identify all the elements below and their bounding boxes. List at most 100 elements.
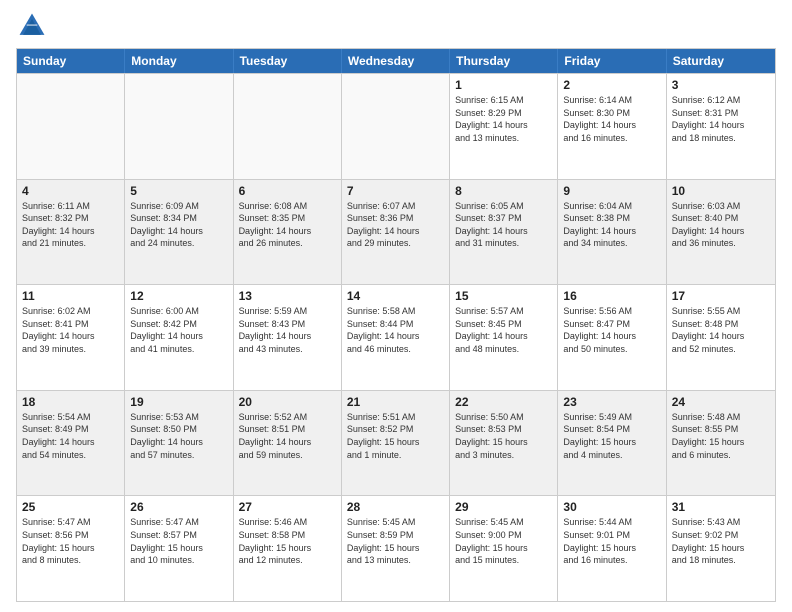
day-info: Sunrise: 5:57 AM Sunset: 8:45 PM Dayligh… (455, 305, 552, 355)
day-number: 29 (455, 500, 552, 514)
day-number: 8 (455, 184, 552, 198)
header (16, 10, 776, 42)
day-number: 11 (22, 289, 119, 303)
day-info: Sunrise: 5:46 AM Sunset: 8:58 PM Dayligh… (239, 516, 336, 566)
day-info: Sunrise: 5:49 AM Sunset: 8:54 PM Dayligh… (563, 411, 660, 461)
calendar-row-2: 4 Sunrise: 6:11 AM Sunset: 8:32 PM Daylig… (17, 179, 775, 285)
day-number: 16 (563, 289, 660, 303)
day-number: 19 (130, 395, 227, 409)
calendar-cell: 11 Sunrise: 6:02 AM Sunset: 8:41 PM Dayli… (17, 285, 125, 390)
calendar-cell: 15Sunrise: 5:57 AM Sunset: 8:45 PM Dayli… (450, 285, 558, 390)
header-day-saturday: Saturday (667, 49, 775, 73)
calendar-cell: 26Sunrise: 5:47 AM Sunset: 8:57 PM Dayli… (125, 496, 233, 601)
day-info: Sunrise: 6:11 AM Sunset: 8:32 PM Dayligh… (22, 200, 119, 250)
day-info: Sunrise: 5:54 AM Sunset: 8:49 PM Dayligh… (22, 411, 119, 461)
calendar-cell: 18 Sunrise: 5:54 AM Sunset: 8:49 PM Dayli… (17, 391, 125, 496)
calendar-row-4: 18 Sunrise: 5:54 AM Sunset: 8:49 PM Dayli… (17, 390, 775, 496)
day-number: 22 (455, 395, 552, 409)
calendar-cell: 13 Sunrise: 5:59 AM Sunset: 8:43 PM Dayli… (234, 285, 342, 390)
header-day-monday: Monday (125, 49, 233, 73)
day-number: 10 (672, 184, 770, 198)
day-info: Sunrise: 6:07 AM Sunset: 8:36 PM Dayligh… (347, 200, 444, 250)
calendar-cell: 10 Sunrise: 6:03 AM Sunset: 8:40 PM Dayli… (667, 180, 775, 285)
calendar-cell: 12 Sunrise: 6:00 AM Sunset: 8:42 PM Dayli… (125, 285, 233, 390)
calendar-cell: 4 Sunrise: 6:11 AM Sunset: 8:32 PM Daylig… (17, 180, 125, 285)
calendar-cell: 28Sunrise: 5:45 AM Sunset: 8:59 PM Dayli… (342, 496, 450, 601)
day-number: 18 (22, 395, 119, 409)
day-info: Sunrise: 5:45 AM Sunset: 9:00 PM Dayligh… (455, 516, 552, 566)
day-number: 6 (239, 184, 336, 198)
day-info: Sunrise: 6:04 AM Sunset: 8:38 PM Dayligh… (563, 200, 660, 250)
calendar-cell (342, 74, 450, 179)
day-info: Sunrise: 6:12 AM Sunset: 8:31 PM Dayligh… (672, 94, 770, 144)
day-info: Sunrise: 5:50 AM Sunset: 8:53 PM Dayligh… (455, 411, 552, 461)
calendar-cell (17, 74, 125, 179)
header-day-wednesday: Wednesday (342, 49, 450, 73)
day-number: 3 (672, 78, 770, 92)
day-info: Sunrise: 5:48 AM Sunset: 8:55 PM Dayligh… (672, 411, 770, 461)
header-day-friday: Friday (558, 49, 666, 73)
day-number: 30 (563, 500, 660, 514)
calendar-header: SundayMondayTuesdayWednesdayThursdayFrid… (17, 49, 775, 73)
day-info: Sunrise: 6:08 AM Sunset: 8:35 PM Dayligh… (239, 200, 336, 250)
day-info: Sunrise: 6:14 AM Sunset: 8:30 PM Dayligh… (563, 94, 660, 144)
day-number: 1 (455, 78, 552, 92)
day-info: Sunrise: 5:55 AM Sunset: 8:48 PM Dayligh… (672, 305, 770, 355)
calendar-cell: 31 Sunrise: 5:43 AM Sunset: 9:02 PM Dayli… (667, 496, 775, 601)
day-number: 17 (672, 289, 770, 303)
calendar-cell (125, 74, 233, 179)
calendar-cell: 27Sunrise: 5:46 AM Sunset: 8:58 PM Dayli… (234, 496, 342, 601)
day-number: 23 (563, 395, 660, 409)
header-day-tuesday: Tuesday (234, 49, 342, 73)
calendar-cell: 3 Sunrise: 6:12 AM Sunset: 8:31 PM Daylig… (667, 74, 775, 179)
header-day-thursday: Thursday (450, 49, 558, 73)
day-info: Sunrise: 5:53 AM Sunset: 8:50 PM Dayligh… (130, 411, 227, 461)
calendar-cell: 7 Sunrise: 6:07 AM Sunset: 8:36 PM Daylig… (342, 180, 450, 285)
calendar-cell: 6 Sunrise: 6:08 AM Sunset: 8:35 PM Daylig… (234, 180, 342, 285)
page: SundayMondayTuesdayWednesdayThursdayFrid… (0, 0, 792, 612)
day-number: 9 (563, 184, 660, 198)
day-number: 2 (563, 78, 660, 92)
day-number: 5 (130, 184, 227, 198)
calendar-cell: 9 Sunrise: 6:04 AM Sunset: 8:38 PM Daylig… (558, 180, 666, 285)
day-number: 20 (239, 395, 336, 409)
calendar-cell: 29 Sunrise: 5:45 AM Sunset: 9:00 PM Dayli… (450, 496, 558, 601)
calendar-cell: 17 Sunrise: 5:55 AM Sunset: 8:48 PM Dayli… (667, 285, 775, 390)
day-info: Sunrise: 5:56 AM Sunset: 8:47 PM Dayligh… (563, 305, 660, 355)
day-number: 7 (347, 184, 444, 198)
calendar-cell: 20Sunrise: 5:52 AM Sunset: 8:51 PM Dayli… (234, 391, 342, 496)
day-number: 31 (672, 500, 770, 514)
calendar-body: 1Sunrise: 6:15 AM Sunset: 8:29 PM Daylig… (17, 73, 775, 601)
day-info: Sunrise: 5:59 AM Sunset: 8:43 PM Dayligh… (239, 305, 336, 355)
calendar-row-3: 11 Sunrise: 6:02 AM Sunset: 8:41 PM Dayli… (17, 284, 775, 390)
day-info: Sunrise: 6:00 AM Sunset: 8:42 PM Dayligh… (130, 305, 227, 355)
calendar: SundayMondayTuesdayWednesdayThursdayFrid… (16, 48, 776, 602)
day-info: Sunrise: 5:51 AM Sunset: 8:52 PM Dayligh… (347, 411, 444, 461)
calendar-cell: 25Sunrise: 5:47 AM Sunset: 8:56 PM Dayli… (17, 496, 125, 601)
day-info: Sunrise: 5:45 AM Sunset: 8:59 PM Dayligh… (347, 516, 444, 566)
logo (16, 10, 52, 42)
day-info: Sunrise: 5:47 AM Sunset: 8:56 PM Dayligh… (22, 516, 119, 566)
header-day-sunday: Sunday (17, 49, 125, 73)
calendar-cell: 23 Sunrise: 5:49 AM Sunset: 8:54 PM Dayli… (558, 391, 666, 496)
calendar-row-5: 25Sunrise: 5:47 AM Sunset: 8:56 PM Dayli… (17, 495, 775, 601)
day-number: 21 (347, 395, 444, 409)
day-info: Sunrise: 5:43 AM Sunset: 9:02 PM Dayligh… (672, 516, 770, 566)
calendar-cell: 24Sunrise: 5:48 AM Sunset: 8:55 PM Dayli… (667, 391, 775, 496)
calendar-cell: 16 Sunrise: 5:56 AM Sunset: 8:47 PM Dayli… (558, 285, 666, 390)
day-info: Sunrise: 6:03 AM Sunset: 8:40 PM Dayligh… (672, 200, 770, 250)
calendar-row-1: 1Sunrise: 6:15 AM Sunset: 8:29 PM Daylig… (17, 73, 775, 179)
calendar-cell: 19 Sunrise: 5:53 AM Sunset: 8:50 PM Dayli… (125, 391, 233, 496)
day-number: 26 (130, 500, 227, 514)
day-info: Sunrise: 6:09 AM Sunset: 8:34 PM Dayligh… (130, 200, 227, 250)
day-info: Sunrise: 6:02 AM Sunset: 8:41 PM Dayligh… (22, 305, 119, 355)
calendar-cell: 2 Sunrise: 6:14 AM Sunset: 8:30 PM Daylig… (558, 74, 666, 179)
day-number: 13 (239, 289, 336, 303)
day-number: 4 (22, 184, 119, 198)
calendar-cell: 22 Sunrise: 5:50 AM Sunset: 8:53 PM Dayli… (450, 391, 558, 496)
day-info: Sunrise: 5:44 AM Sunset: 9:01 PM Dayligh… (563, 516, 660, 566)
calendar-cell (234, 74, 342, 179)
day-number: 14 (347, 289, 444, 303)
day-number: 12 (130, 289, 227, 303)
calendar-cell: 21 Sunrise: 5:51 AM Sunset: 8:52 PM Dayli… (342, 391, 450, 496)
